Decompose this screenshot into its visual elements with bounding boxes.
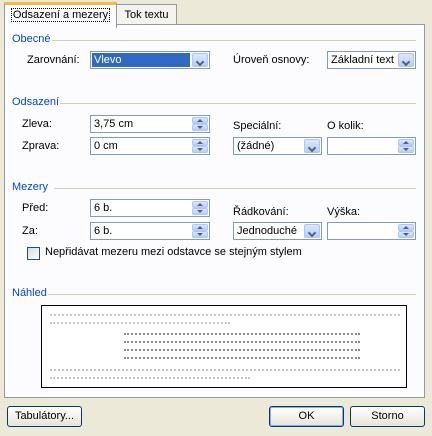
tab-line-and-page-breaks[interactable]: Tok textu: [116, 4, 177, 25]
spin-up-icon[interactable]: [398, 139, 414, 146]
spin-down-icon[interactable]: [192, 208, 208, 215]
general-group-separator: [52, 40, 416, 41]
line-spacing-label: Řádkování:: [233, 206, 289, 218]
dont-add-space-label[interactable]: Nepřidávat mezeru mezi odstavce se stejn…: [45, 246, 302, 258]
special-indent-dropdown[interactable]: (žádné): [233, 137, 322, 155]
alignment-value: Vlevo: [92, 53, 190, 67]
indent-by-label: O kolik:: [327, 120, 364, 132]
tab-indents-and-spacing[interactable]: Odsazení a mezery: [4, 2, 117, 28]
indent-right-label: Zprava:: [22, 140, 60, 152]
preview-sample-text-line: [124, 357, 360, 359]
ok-button[interactable]: OK: [269, 406, 344, 427]
special-indent-value: (žádné): [237, 140, 275, 152]
preview-sample-text-line: [124, 349, 360, 351]
line-spacing-dropdown[interactable]: Jednoduché: [233, 222, 322, 240]
line-spacing-at-label: Výška:: [327, 206, 361, 218]
preview-following-paragraph-line: [50, 377, 250, 379]
alignment-dropdown[interactable]: Vlevo: [90, 51, 210, 69]
spin-down-icon[interactable]: [398, 231, 414, 238]
chevron-down-icon[interactable]: [304, 224, 320, 238]
dont-add-space-checkbox[interactable]: [27, 247, 40, 260]
space-after-stepper[interactable]: 6 b.: [90, 222, 210, 240]
tabs-button[interactable]: Tabulátory...: [7, 406, 82, 427]
space-after-value: 6 b.: [94, 225, 113, 237]
spin-buttons[interactable]: [192, 117, 208, 131]
spin-up-icon[interactable]: [192, 224, 208, 231]
space-before-value: 6 b.: [94, 202, 113, 214]
preview-previous-paragraph-line: [50, 322, 230, 324]
indent-right-value: 0 cm: [94, 140, 118, 152]
line-spacing-at-stepper[interactable]: [327, 222, 416, 240]
spacing-group-separator: [54, 188, 416, 189]
cancel-button[interactable]: Storno: [350, 406, 425, 427]
preview-group-title: Náhled: [12, 287, 47, 299]
indent-by-stepper[interactable]: [327, 137, 416, 155]
outline-level-label: Úroveň osnovy:: [233, 54, 310, 66]
preview-following-paragraph-line: [50, 369, 400, 371]
space-before-stepper[interactable]: 6 b.: [90, 199, 210, 217]
spin-buttons[interactable]: [192, 224, 208, 238]
spacing-group-title: Mezery: [12, 181, 49, 193]
special-indent-label: Speciální:: [233, 120, 282, 132]
spin-up-icon[interactable]: [192, 201, 208, 208]
outline-level-dropdown[interactable]: Základní text: [327, 51, 416, 69]
alignment-label: Zarovnání:: [27, 54, 80, 66]
preview-group-separator: [48, 294, 416, 295]
spin-up-icon[interactable]: [192, 139, 208, 146]
indent-left-stepper[interactable]: 3,75 cm: [90, 115, 210, 133]
chevron-down-icon[interactable]: [304, 139, 320, 153]
paragraph-preview: [41, 305, 407, 388]
spin-up-icon[interactable]: [398, 224, 414, 231]
spin-buttons[interactable]: [192, 139, 208, 153]
spin-buttons[interactable]: [398, 224, 414, 238]
spin-down-icon[interactable]: [192, 124, 208, 131]
spin-buttons[interactable]: [192, 201, 208, 215]
tab-line-and-page-breaks-label: Tok textu: [124, 9, 169, 21]
indent-left-value: 3,75 cm: [94, 118, 134, 130]
spin-down-icon[interactable]: [192, 231, 208, 238]
indent-left-label: Zleva:: [22, 118, 52, 130]
general-group-title: Obecné: [12, 33, 51, 45]
space-before-label: Před:: [22, 202, 49, 214]
line-spacing-value: Jednoduché: [237, 225, 297, 237]
preview-sample-text-line: [124, 333, 360, 335]
indent-right-stepper[interactable]: 0 cm: [90, 137, 210, 155]
spin-down-icon[interactable]: [192, 146, 208, 153]
chevron-down-icon[interactable]: [192, 53, 208, 67]
preview-sample-text-line: [124, 341, 360, 343]
spin-buttons[interactable]: [398, 139, 414, 153]
preview-previous-paragraph-line: [50, 314, 400, 316]
space-after-label: Za:: [22, 225, 38, 237]
indentation-group-separator: [60, 103, 416, 104]
spin-up-icon[interactable]: [192, 117, 208, 124]
chevron-down-icon[interactable]: [398, 53, 414, 67]
outline-level-value: Základní text: [331, 54, 394, 66]
tab-indents-and-spacing-label: Odsazení a mezery: [10, 8, 111, 22]
spin-down-icon[interactable]: [398, 146, 414, 153]
indentation-group-title: Odsazení: [12, 96, 60, 108]
